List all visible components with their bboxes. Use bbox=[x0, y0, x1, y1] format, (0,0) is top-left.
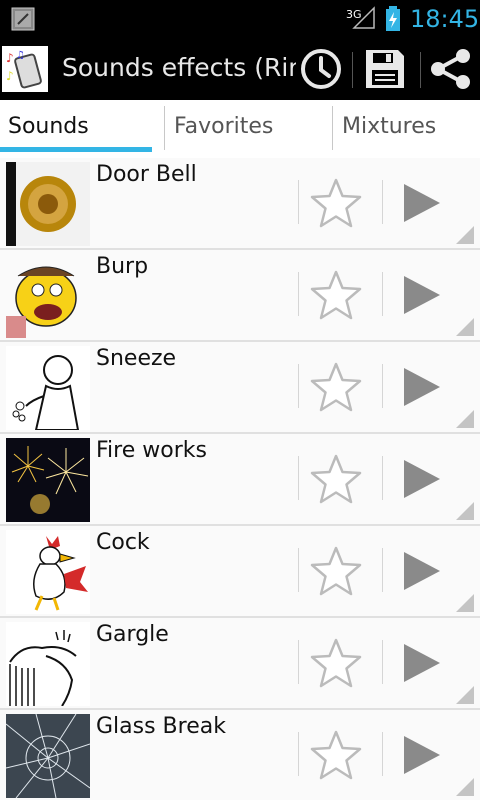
sound-name: Glass Break bbox=[96, 714, 226, 739]
app-icon[interactable]: ♪ ♫ ♪ bbox=[2, 46, 48, 92]
row-separator bbox=[298, 272, 299, 316]
favorite-star-icon[interactable] bbox=[308, 360, 364, 416]
corner-indicator-icon bbox=[456, 226, 474, 244]
row-separator bbox=[382, 180, 383, 224]
status-bar: 3G 18:45 bbox=[0, 0, 480, 38]
history-icon[interactable] bbox=[296, 44, 346, 94]
gargle-thumbnail bbox=[6, 622, 90, 706]
tab-mixtures[interactable]: Mixtures bbox=[334, 100, 480, 158]
row-separator bbox=[382, 364, 383, 408]
sound-name: Fire works bbox=[96, 438, 207, 463]
glass-break-thumbnail bbox=[6, 714, 90, 798]
sound-name: Sneeze bbox=[96, 346, 177, 371]
favorite-star-icon[interactable] bbox=[308, 452, 364, 508]
play-icon[interactable] bbox=[396, 454, 446, 504]
tab-sounds-label: Sounds bbox=[8, 114, 89, 139]
play-icon[interactable] bbox=[396, 362, 446, 412]
play-icon[interactable] bbox=[396, 178, 446, 228]
play-icon[interactable] bbox=[396, 730, 446, 780]
row-separator bbox=[382, 272, 383, 316]
signal-icon bbox=[352, 6, 375, 29]
row-separator bbox=[298, 364, 299, 408]
row-separator bbox=[382, 548, 383, 592]
door-bell-thumbnail bbox=[6, 162, 90, 246]
row-separator bbox=[382, 640, 383, 684]
row-separator bbox=[298, 180, 299, 224]
action-separator bbox=[420, 52, 421, 88]
tab-separator bbox=[332, 106, 333, 150]
list-item[interactable]: Burp bbox=[0, 250, 480, 342]
list-item[interactable]: Sneeze bbox=[0, 342, 480, 434]
burp-thumbnail bbox=[6, 254, 90, 338]
list-item[interactable]: Cock bbox=[0, 526, 480, 618]
sound-name: Gargle bbox=[96, 622, 169, 647]
play-icon[interactable] bbox=[396, 546, 446, 596]
action-separator bbox=[352, 52, 353, 88]
favorite-star-icon[interactable] bbox=[308, 728, 364, 784]
fireworks-thumbnail bbox=[6, 438, 90, 522]
row-separator bbox=[382, 732, 383, 776]
list-item[interactable]: Glass Break bbox=[0, 710, 480, 800]
favorite-star-icon[interactable] bbox=[308, 176, 364, 232]
notification-icon bbox=[11, 7, 35, 31]
tab-bar: Sounds Favorites Mixtures bbox=[0, 100, 480, 158]
list-item[interactable]: Door Bell bbox=[0, 158, 480, 250]
corner-indicator-icon bbox=[456, 318, 474, 336]
tab-indicator bbox=[0, 147, 152, 152]
sneeze-thumbnail bbox=[6, 346, 90, 430]
sound-name: Cock bbox=[96, 530, 150, 555]
svg-text:♪: ♪ bbox=[6, 51, 14, 65]
share-icon[interactable] bbox=[426, 44, 476, 94]
cock-thumbnail bbox=[6, 530, 90, 614]
battery-icon bbox=[386, 6, 400, 31]
corner-indicator-icon bbox=[456, 410, 474, 428]
list-item[interactable]: Fire works bbox=[0, 434, 480, 526]
tab-separator bbox=[164, 106, 165, 150]
svg-text:♫: ♫ bbox=[16, 50, 25, 61]
favorite-star-icon[interactable] bbox=[308, 636, 364, 692]
tab-mixtures-label: Mixtures bbox=[342, 114, 437, 139]
clock: 18:45 bbox=[410, 5, 480, 33]
save-icon[interactable] bbox=[360, 44, 410, 94]
tab-favorites[interactable]: Favorites bbox=[166, 100, 332, 158]
row-separator bbox=[298, 456, 299, 500]
app-title: Sounds effects (Ring bbox=[62, 53, 296, 82]
corner-indicator-icon bbox=[456, 778, 474, 796]
tab-favorites-label: Favorites bbox=[174, 114, 274, 139]
svg-text:♪: ♪ bbox=[6, 69, 14, 83]
play-icon[interactable] bbox=[396, 638, 446, 688]
row-separator bbox=[298, 548, 299, 592]
corner-indicator-icon bbox=[456, 686, 474, 704]
corner-indicator-icon bbox=[456, 502, 474, 520]
favorite-star-icon[interactable] bbox=[308, 544, 364, 600]
corner-indicator-icon bbox=[456, 594, 474, 612]
row-separator bbox=[382, 456, 383, 500]
action-bar: ♪ ♫ ♪ Sounds effects (Ring bbox=[0, 38, 480, 100]
favorite-star-icon[interactable] bbox=[308, 268, 364, 324]
sound-name: Burp bbox=[96, 254, 149, 279]
sound-list[interactable]: Door Bell Burp Sneeze Fire works Cock Ga… bbox=[0, 158, 480, 800]
sound-name: Door Bell bbox=[96, 162, 197, 187]
row-separator bbox=[298, 640, 299, 684]
list-item[interactable]: Gargle bbox=[0, 618, 480, 710]
row-separator bbox=[298, 732, 299, 776]
play-icon[interactable] bbox=[396, 270, 446, 320]
tab-sounds[interactable]: Sounds bbox=[0, 100, 152, 158]
